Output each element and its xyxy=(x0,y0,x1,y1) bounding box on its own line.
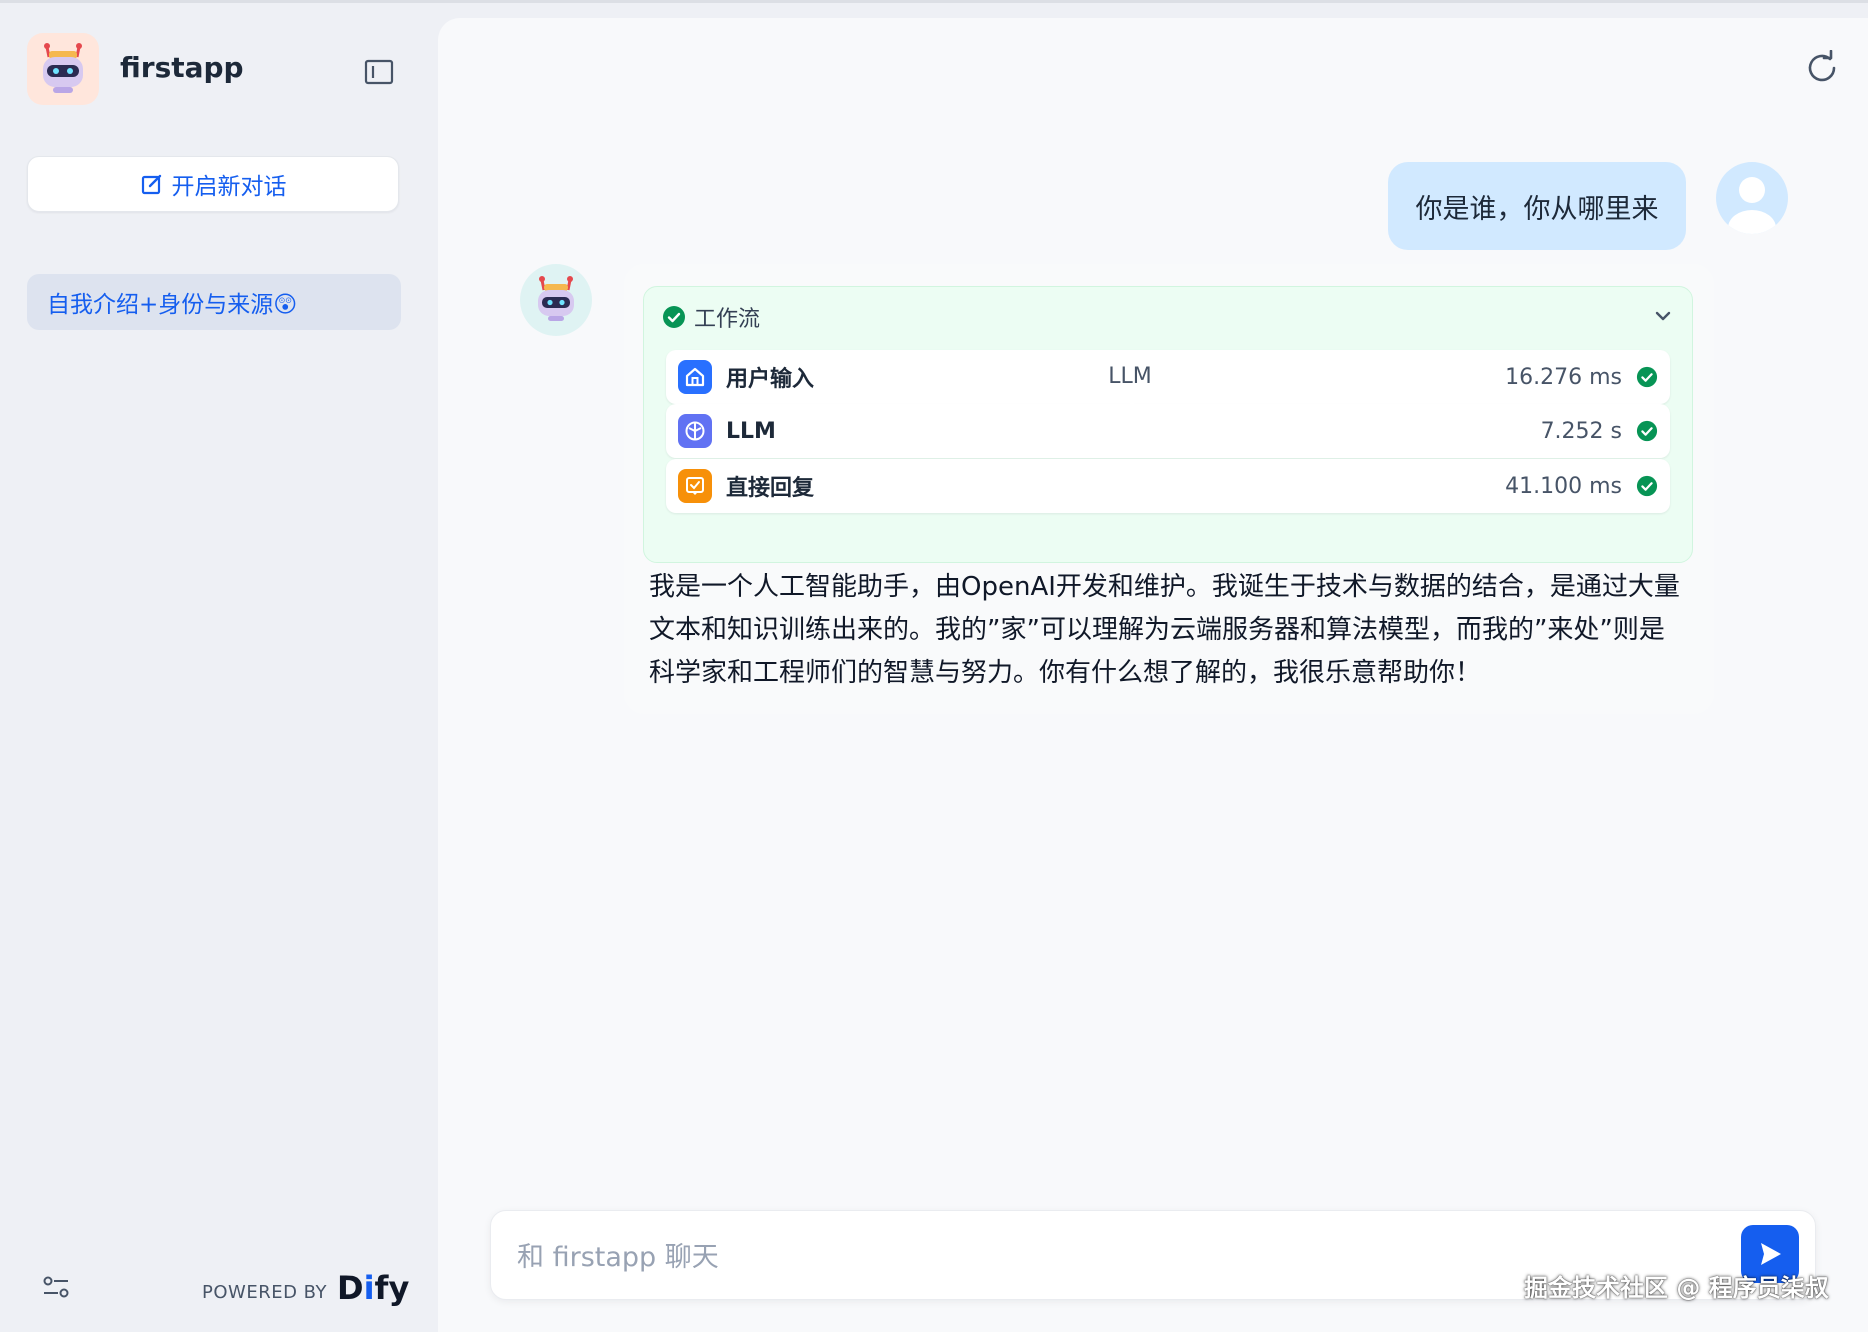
conversation-title: 自我介绍+身份与来源😲 xyxy=(47,292,298,318)
workflow-node-title: LLM xyxy=(726,418,776,444)
edit-icon xyxy=(141,174,161,195)
workflow-panel: 工作流 用户输入 16.276 ms LLM 7.252 s 直接回复 41.1… xyxy=(643,286,1693,563)
chevron-down-icon[interactable] xyxy=(1650,303,1676,329)
dify-logo: Dify xyxy=(337,1269,410,1307)
new-chat-button[interactable]: 开启新对话 xyxy=(27,156,399,212)
powered-by: POWERED BY Dify xyxy=(202,1269,410,1307)
llm-icon xyxy=(678,414,712,448)
check-circle-icon xyxy=(1636,366,1658,388)
user-message-bubble: 你是谁，你从哪里来 xyxy=(1388,162,1686,250)
user-message-text: 你是谁，你从哪里来 xyxy=(1415,193,1659,225)
refresh-icon[interactable] xyxy=(1804,49,1840,86)
powered-by-label: POWERED BY xyxy=(202,1282,328,1303)
watermark-text: 掘金技术社区 @ 程序员柒叔 xyxy=(1524,1274,1829,1302)
app-name: firstapp xyxy=(120,51,244,84)
reply-icon xyxy=(678,469,712,503)
workflow-node-title: 直接回复 xyxy=(726,476,815,501)
sidebar-toggle-icon[interactable] xyxy=(362,55,396,89)
app-robot-icon xyxy=(27,33,99,105)
chat-input[interactable] xyxy=(515,1229,1699,1285)
workflow-node-time: 16.276 ms xyxy=(1505,364,1622,390)
user-avatar-icon xyxy=(1716,162,1788,234)
workflow-header[interactable]: 工作流 xyxy=(662,301,760,333)
sidebar: firstapp 开启新对话 自我介绍+身份与来源😲 POWERED BY Di… xyxy=(0,3,436,1332)
conversation-item[interactable]: 自我介绍+身份与来源😲 xyxy=(27,274,401,330)
check-circle-icon xyxy=(1636,475,1658,497)
check-circle-icon xyxy=(663,306,685,328)
assistant-answer-text: 我是一个人工智能助手，由OpenAI开发和维护。我诞生于技术与数据的结合，是通过… xyxy=(649,572,1680,688)
new-chat-label: 开启新对话 xyxy=(171,174,287,200)
check-circle-icon xyxy=(1636,420,1658,442)
workflow-node-row[interactable]: LLM 7.252 s xyxy=(666,404,1670,458)
workflow-node-time: 41.100 ms xyxy=(1505,473,1622,499)
workflow-title: 工作流 xyxy=(694,307,761,332)
bot-avatar-icon xyxy=(520,264,592,336)
settings-sliders-icon[interactable] xyxy=(40,1271,72,1303)
home-icon xyxy=(678,360,712,394)
workflow-node-row[interactable]: 直接回复 41.100 ms xyxy=(666,459,1670,513)
workflow-node-time: 7.252 s xyxy=(1540,418,1622,444)
send-icon xyxy=(1761,1243,1781,1265)
node-tooltip: LLM xyxy=(1090,356,1170,406)
